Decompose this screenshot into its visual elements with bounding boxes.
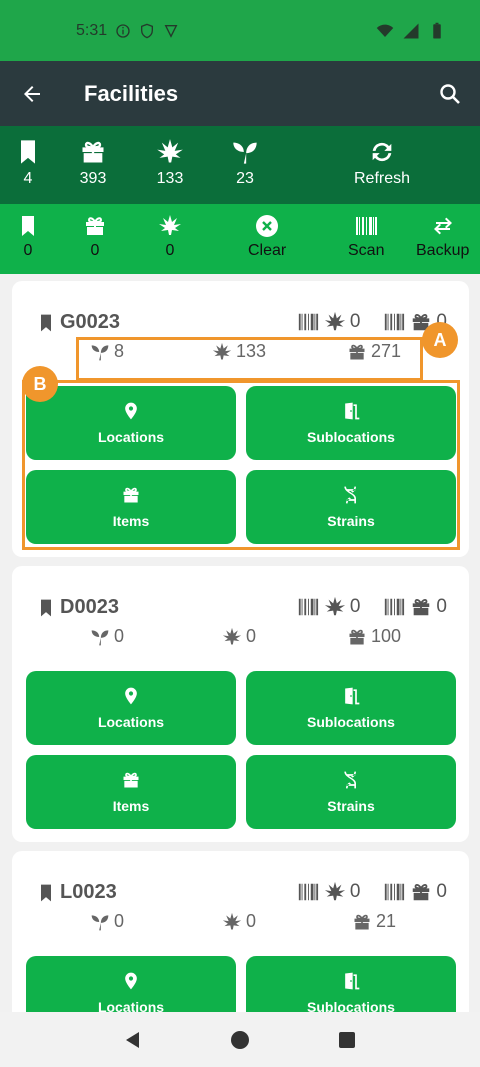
- barcode-icon: [296, 596, 320, 618]
- total-items[interactable]: 393: [78, 138, 108, 188]
- barcode-icon: [382, 596, 406, 618]
- search-button[interactable]: [420, 82, 480, 106]
- annotation-box-b: [22, 380, 460, 550]
- barcode-icon: [382, 311, 406, 333]
- barcode-icon: [296, 311, 320, 333]
- shield-icon: [141, 23, 154, 38]
- facility-code: L0023: [60, 881, 117, 903]
- battery-icon: [433, 22, 441, 38]
- gift-icon: [82, 214, 108, 238]
- clear-button[interactable]: Clear: [248, 214, 286, 260]
- cannabis-leaf-icon: [324, 881, 346, 903]
- info-icon: [116, 23, 130, 38]
- item-count: 21: [352, 911, 396, 932]
- facility-code: G0023: [60, 311, 121, 333]
- barcode-icon: [382, 881, 406, 903]
- barcode-counts: 0 0: [296, 596, 447, 618]
- total-seedlings[interactable]: 23: [230, 138, 260, 188]
- vpn-icon: [164, 24, 178, 38]
- seedling-count: 0: [90, 911, 124, 932]
- refresh-icon: [372, 142, 392, 162]
- selected-plants[interactable]: 0: [157, 214, 183, 260]
- facility-header: L0023: [36, 881, 117, 904]
- nav-recents-icon[interactable]: [337, 1030, 357, 1050]
- facility-card: D0023 0 0 0 0 100 Locations Sublocations: [12, 566, 469, 842]
- bookmark-icon[interactable]: [36, 882, 56, 904]
- selection-bar: 0 0 0 Clear Scan Backup: [0, 204, 480, 274]
- bookmark-icon: [16, 214, 40, 238]
- signal-icon: [403, 23, 419, 38]
- facility-counts: 0 0 21: [12, 911, 469, 941]
- sprout-icon: [90, 912, 110, 932]
- selected-bookmarks[interactable]: 0: [16, 214, 40, 260]
- cannabis-leaf-icon: [155, 138, 185, 166]
- locations-button[interactable]: Locations: [26, 956, 236, 1012]
- cannabis-leaf-icon: [324, 311, 346, 333]
- cannabis-leaf-icon: [222, 627, 242, 647]
- total-plants[interactable]: 133: [155, 138, 185, 188]
- system-nav-bar: [0, 1012, 480, 1067]
- annotation-badge-a: A: [422, 322, 458, 358]
- sublocations-button[interactable]: Sublocations: [246, 956, 456, 1012]
- bookmark-icon[interactable]: [36, 312, 56, 334]
- total-bookmarks[interactable]: 4: [14, 138, 42, 188]
- gift-icon: [121, 770, 141, 790]
- refresh-button[interactable]: Refresh: [354, 138, 410, 188]
- app-bar: Facilities: [0, 61, 480, 126]
- gift-icon: [410, 881, 432, 903]
- plant-count: 0: [222, 911, 256, 932]
- location-pin-icon: [121, 686, 141, 706]
- strains-button[interactable]: Strains: [246, 755, 456, 829]
- back-button[interactable]: [0, 82, 64, 106]
- bookmark-icon[interactable]: [36, 597, 56, 619]
- totals-bar: 4 393 133 23 Refresh: [0, 126, 480, 204]
- plant-count: 0: [222, 626, 256, 647]
- item-count: 100: [347, 626, 401, 647]
- facility-header: G0023: [36, 311, 120, 334]
- items-button[interactable]: Items: [26, 755, 236, 829]
- facility-code: D0023: [60, 596, 119, 618]
- nav-home-icon[interactable]: [230, 1030, 250, 1050]
- dna-icon: [341, 770, 361, 790]
- sublocations-button[interactable]: Sublocations: [246, 671, 456, 745]
- barcode-icon: [296, 881, 320, 903]
- gift-icon: [78, 138, 108, 166]
- cannabis-leaf-icon: [324, 596, 346, 618]
- wifi-icon: [376, 24, 394, 37]
- status-time: 5:31: [76, 21, 108, 39]
- scan-button[interactable]: Scan: [348, 214, 384, 260]
- backup-button[interactable]: Backup: [416, 214, 469, 260]
- selected-items[interactable]: 0: [82, 214, 108, 260]
- cannabis-leaf-icon: [222, 912, 242, 932]
- cannabis-leaf-icon: [157, 214, 183, 238]
- annotation-box-a: [76, 337, 423, 381]
- location-pin-icon: [121, 971, 141, 991]
- door-icon: [341, 971, 361, 991]
- facility-header: D0023: [36, 596, 119, 619]
- gift-icon: [347, 627, 367, 647]
- door-icon: [341, 686, 361, 706]
- sprout-icon: [230, 138, 260, 166]
- bookmark-icon: [14, 138, 42, 166]
- nav-back-icon[interactable]: [123, 1030, 143, 1050]
- page-title: Facilities: [84, 80, 179, 106]
- seedling-count: 0: [90, 626, 124, 647]
- barcode-icon: [352, 214, 380, 238]
- clear-circle-icon: [256, 215, 279, 237]
- facility-card: L0023 0 0 0 0 21 Locations Sublocations: [12, 851, 469, 1012]
- gift-icon: [410, 596, 432, 618]
- locations-button[interactable]: Locations: [26, 671, 236, 745]
- search-icon: [440, 83, 460, 104]
- sprout-icon: [90, 627, 110, 647]
- arrow-back-icon: [24, 85, 40, 102]
- status-bar: 5:31: [0, 0, 480, 61]
- annotation-badge-b: B: [22, 366, 58, 402]
- gift-icon: [352, 912, 372, 932]
- swap-arrows-icon: [433, 217, 452, 235]
- barcode-counts: 0 0: [296, 881, 447, 903]
- facility-counts: 0 0 100: [12, 626, 469, 656]
